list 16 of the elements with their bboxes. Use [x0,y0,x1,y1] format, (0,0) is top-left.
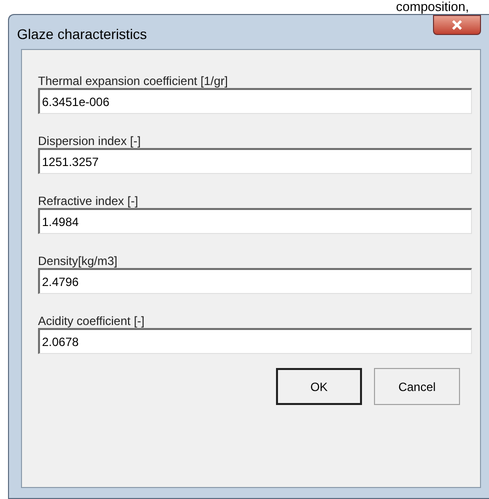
close-button[interactable] [433,15,481,35]
field-label: Thermal expansion coefficient [1/gr] [38,74,229,88]
field-label: Density[kg/m3] [38,254,118,268]
window-title: Glaze characteristics [17,25,147,44]
input-field[interactable]: 2.0678 [38,328,472,354]
close-icon [452,20,462,30]
input-field[interactable]: 6.3451e-006 [38,88,472,114]
field-label: Refractive index [-] [38,194,140,208]
input-field[interactable]: 1251.3257 [38,148,472,174]
input-field[interactable]: 1.4984 [38,208,472,234]
input-field[interactable]: 2.4796 [38,268,472,294]
field-label: Dispersion index [-] [38,134,142,148]
dialog-button[interactable]: OK [276,368,362,405]
field-label: Acidity coefficient [-] [38,314,146,328]
background-text: composition, [396,0,469,14]
dialog-button[interactable]: Cancel [374,368,460,405]
